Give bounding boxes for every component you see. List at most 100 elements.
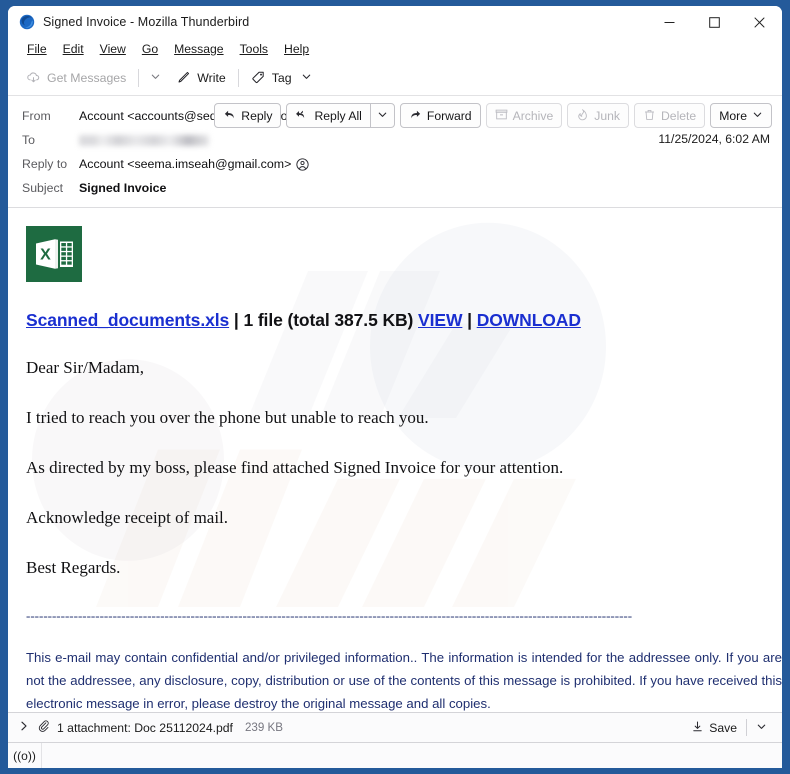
menu-item-file-label: File <box>27 42 47 56</box>
menu-item-message[interactable]: Message <box>166 41 231 57</box>
header-row-reply-to: Reply to Account <seema.imseah@gmail.com… <box>8 152 782 176</box>
forward-icon <box>409 108 422 124</box>
menu-item-message-label: Message <box>174 42 224 56</box>
menu-item-help-label: Help <box>284 42 310 56</box>
subject-label: Subject <box>22 181 64 195</box>
download-link[interactable]: DOWNLOAD <box>477 310 581 330</box>
trash-icon <box>643 108 656 124</box>
menu-item-edit[interactable]: Edit <box>55 41 92 57</box>
legal-disclaimer: This e-mail may contain confidential and… <box>26 650 782 711</box>
menu-item-edit-label: Edit <box>62 42 84 56</box>
junk-button: Junk <box>567 103 629 128</box>
scanned-documents-link[interactable]: Scanned_documents.xls <box>26 310 229 330</box>
minimize-button[interactable] <box>647 6 692 38</box>
toolbar-divider-1 <box>138 68 140 87</box>
save-label: Save <box>709 720 737 735</box>
junk-label: Junk <box>594 108 620 123</box>
redacted-recipient <box>79 134 209 146</box>
header-row-subject: Subject Signed Invoice <box>8 176 782 200</box>
reply-to-label: Reply to <box>22 157 68 171</box>
reply-label: Reply <box>241 108 273 123</box>
signature-divider: ----------------------------------------… <box>26 608 633 623</box>
forward-button[interactable]: Forward <box>399 103 481 128</box>
forward-label: Forward <box>426 108 472 123</box>
close-button[interactable] <box>737 6 782 38</box>
menu-item-file[interactable]: File <box>19 41 55 57</box>
menu-item-help[interactable]: Help <box>276 41 317 57</box>
thunderbird-window: Signed Invoice - Mozilla Thunderbird Fil… <box>8 6 782 768</box>
link-separator-1: | <box>229 310 244 330</box>
menu-item-view-label: View <box>99 42 126 56</box>
contact-icon[interactable] <box>296 157 309 171</box>
link-separator-2: | <box>462 310 477 330</box>
chevron-right-icon[interactable] <box>18 719 30 737</box>
attachment-actions: Save <box>684 718 774 738</box>
menu-item-go-label: Go <box>141 42 159 56</box>
file-info-text: 1 file (total 387.5 KB) <box>243 310 419 330</box>
write-button[interactable]: Write <box>168 66 233 89</box>
delete-button: Delete <box>633 103 706 128</box>
paperclip-icon <box>37 719 50 737</box>
message-paragraph: Acknowledge receipt of mail. <box>26 508 229 527</box>
reply-button[interactable]: Reply <box>214 103 282 128</box>
thunderbird-logo-icon <box>19 14 35 30</box>
main-toolbar: Get Messages Write Tag <box>8 60 782 96</box>
subject-value: Signed Invoice <box>79 181 167 195</box>
attachment-info[interactable]: 1 attachment: Doc 25112024.pdf 239 KB <box>18 719 283 737</box>
reply-to-address: Account <seema.imseah@gmail.com> <box>79 157 292 171</box>
message-paragraph: Best Regards. <box>26 558 121 577</box>
window-frame: Signed Invoice - Mozilla Thunderbird Fil… <box>0 0 790 774</box>
save-dropdown-button[interactable] <box>749 719 774 737</box>
svg-text:X: X <box>40 247 51 264</box>
menu-item-tools[interactable]: Tools <box>232 41 276 57</box>
message-paragraph: Dear Sir/Madam, <box>26 358 145 377</box>
save-attachment-button[interactable]: Save <box>684 718 744 738</box>
menu-item-go[interactable]: Go <box>134 41 166 57</box>
window-title: Signed Invoice - Mozilla Thunderbird <box>43 15 250 29</box>
chevron-down-icon <box>752 109 763 123</box>
archive-button: Archive <box>485 103 563 128</box>
menu-bar: File Edit View Go Message Tools Help <box>8 38 782 60</box>
to-value[interactable] <box>79 134 209 146</box>
menu-item-tools-label: Tools <box>239 42 269 56</box>
title-bar: Signed Invoice - Mozilla Thunderbird <box>8 6 782 38</box>
message-body-pane: X Scanned_documents.xls | 1 file (total … <box>8 208 782 712</box>
reply-all-icon <box>295 108 309 124</box>
get-messages-dropdown-button[interactable] <box>143 65 168 91</box>
archive-label: Archive <box>512 108 554 123</box>
pencil-icon <box>176 70 191 85</box>
more-label: More <box>719 108 747 123</box>
delete-label: Delete <box>660 108 697 123</box>
tag-button[interactable]: Tag <box>243 66 320 89</box>
window-controls <box>647 6 782 38</box>
message-action-buttons: Reply Reply All Forward Archive Junk Del… <box>209 103 772 128</box>
reply-to-value[interactable]: Account <seema.imseah@gmail.com> <box>79 157 309 171</box>
attachment-name: 1 attachment: Doc 25112024.pdf <box>57 720 233 735</box>
get-messages-button[interactable]: Get Messages <box>18 66 134 89</box>
get-messages-label: Get Messages <box>47 70 127 85</box>
download-icon <box>691 720 704 736</box>
message-header-pane: From Account <accounts@sedex-asia-th.com… <box>8 96 782 208</box>
maximize-button[interactable] <box>692 6 737 38</box>
reply-all-button[interactable]: Reply All <box>286 103 371 128</box>
archive-icon <box>495 108 508 124</box>
attachment-bar: 1 attachment: Doc 25112024.pdf 239 KB Sa… <box>8 712 782 742</box>
message-text: Dear Sir/Madam, I tried to reach you ove… <box>26 358 782 578</box>
tag-label: Tag <box>271 70 292 85</box>
message-content: X Scanned_documents.xls | 1 file (total … <box>8 208 782 712</box>
attachment-divider <box>746 719 747 736</box>
attachment-link-row: Scanned_documents.xls | 1 file (total 38… <box>26 310 782 331</box>
chevron-down-icon <box>150 69 161 87</box>
toolbar-divider-2 <box>237 68 239 87</box>
chevron-down-icon <box>377 109 388 123</box>
broadcast-icon[interactable]: ((o)) <box>8 743 42 768</box>
reply-all-dropdown-button[interactable] <box>369 103 395 128</box>
excel-file-icon: X <box>26 226 82 288</box>
menu-item-view[interactable]: View <box>92 41 134 57</box>
more-button[interactable]: More <box>710 103 772 128</box>
junk-icon <box>576 108 589 124</box>
from-label: From <box>22 109 51 123</box>
reply-icon <box>223 108 236 124</box>
message-paragraph: I tried to reach you over the phone but … <box>26 408 429 427</box>
view-link[interactable]: VIEW <box>418 310 462 330</box>
